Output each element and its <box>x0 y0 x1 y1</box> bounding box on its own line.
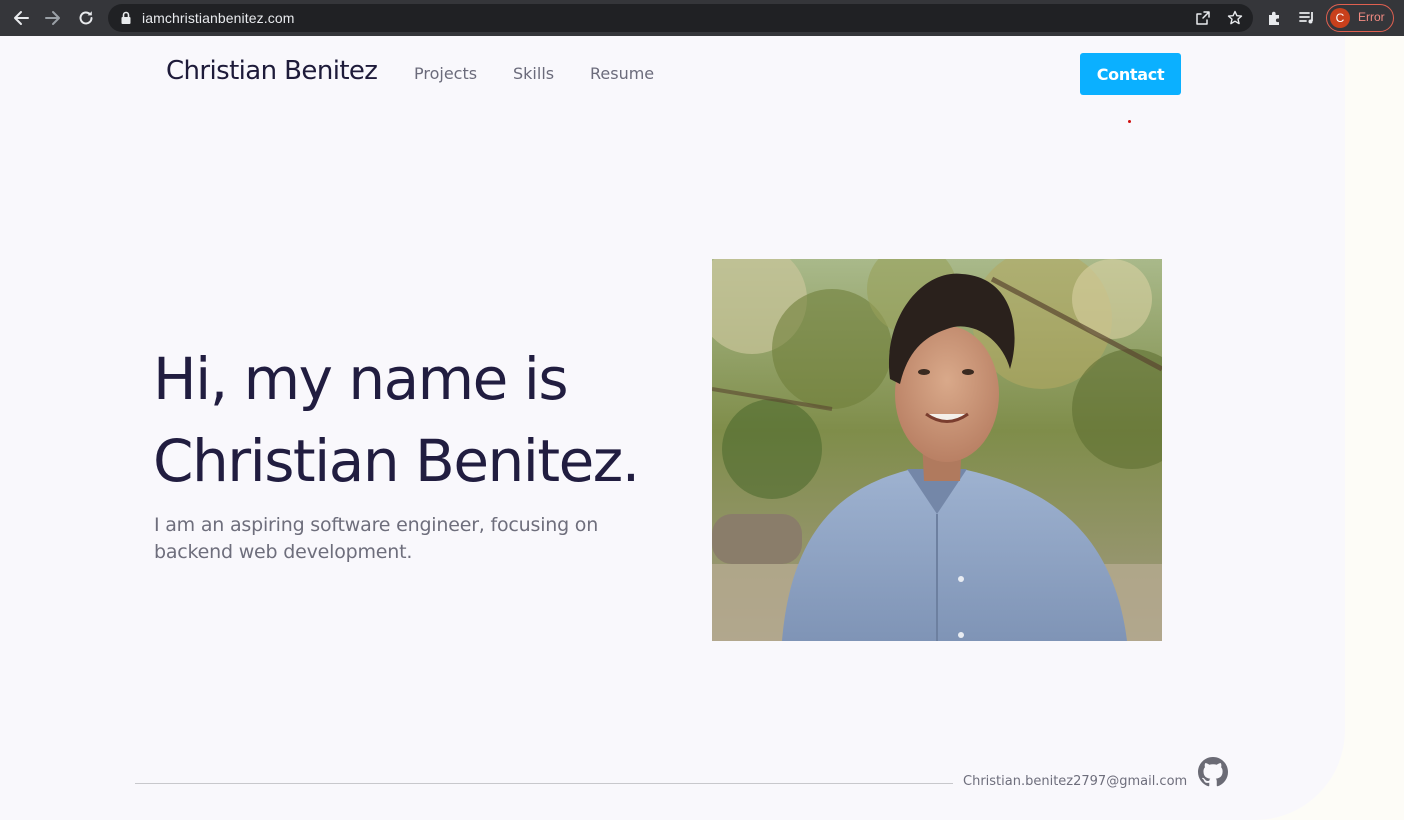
reload-button[interactable] <box>74 6 98 30</box>
arrow-right-icon <box>45 11 60 25</box>
browser-toolbar: iamchristianbenitez.com C Error <box>0 0 1404 36</box>
extensions-puzzle-icon[interactable] <box>1266 9 1284 27</box>
contact-button[interactable]: Contact <box>1080 53 1181 95</box>
back-button[interactable] <box>9 6 33 30</box>
footer-divider <box>135 783 953 784</box>
hero-subtitle: I am an aspiring software engineer, focu… <box>154 514 599 563</box>
share-icon[interactable] <box>1195 10 1211 26</box>
reading-list-icon[interactable] <box>1298 9 1316 27</box>
hero-heading-line2: Christian Benitez. <box>153 427 640 495</box>
hero-heading-line1: Hi, my name is <box>153 345 569 413</box>
profile-button[interactable]: C Error <box>1326 4 1394 32</box>
lock-icon <box>121 11 131 24</box>
arrow-left-icon <box>14 11 29 25</box>
nav-link-projects[interactable]: Projects <box>414 64 477 83</box>
address-bar[interactable]: iamchristianbenitez.com <box>108 4 1253 32</box>
site-brand[interactable]: Christian Benitez <box>166 56 378 86</box>
github-icon[interactable] <box>1198 757 1228 787</box>
nav-link-resume[interactable]: Resume <box>590 64 654 83</box>
profile-status-label: Error <box>1358 10 1385 24</box>
forward-button[interactable] <box>41 6 65 30</box>
decorative-dot <box>1128 120 1131 123</box>
page-content: Christian Benitez Projects Skills Resume… <box>0 36 1345 820</box>
profile-avatar: C <box>1330 8 1350 28</box>
footer-email-link[interactable]: Christian.benitez2797@gmail.com <box>963 774 1187 789</box>
nav-link-skills[interactable]: Skills <box>513 64 554 83</box>
reload-icon <box>79 11 93 25</box>
portrait-illustration <box>712 259 1162 641</box>
bookmark-star-icon[interactable] <box>1227 10 1243 26</box>
profile-photo <box>712 259 1162 641</box>
hero-heading: Hi, my name is Christian Benitez. <box>153 338 693 502</box>
url-text[interactable]: iamchristianbenitez.com <box>142 10 294 26</box>
